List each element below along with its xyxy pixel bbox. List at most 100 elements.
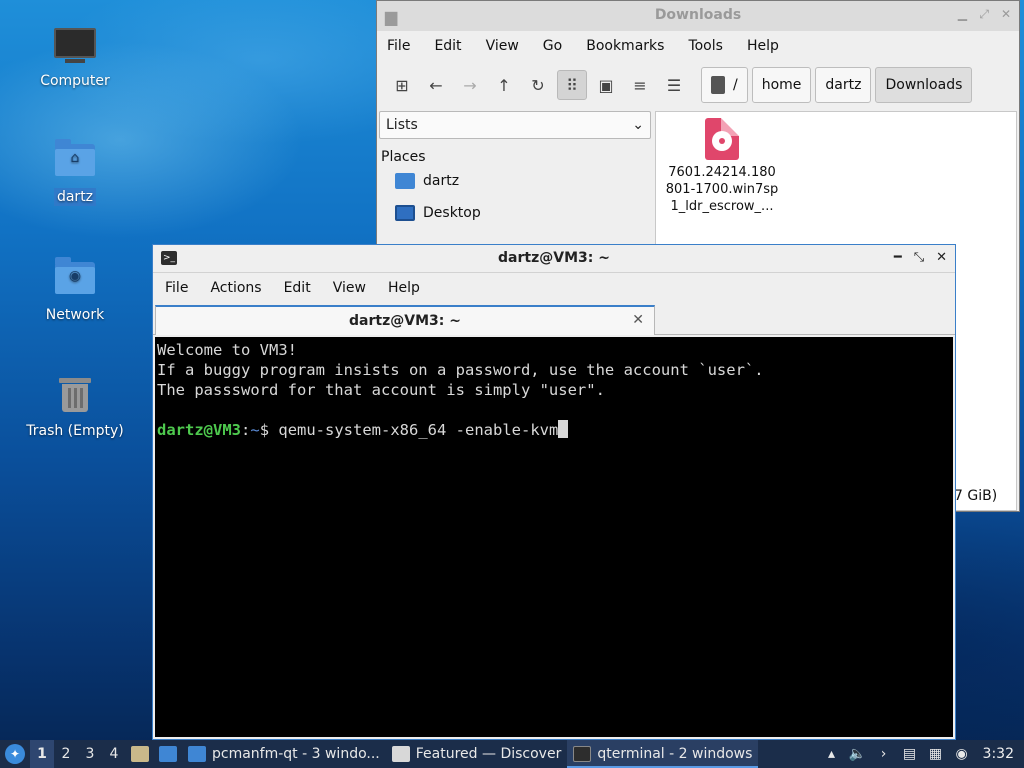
- terminal-tab-bar: dartz@VM3: ~ ✕: [153, 303, 955, 335]
- reload-icon[interactable]: ↻: [523, 70, 553, 100]
- taskbar: ✦ 1 2 3 4 pcmanfm-qt - 3 windo... Featur…: [0, 740, 1024, 768]
- terminal-prompt-line: dartz@VM3:~$ qemu-system-x86_64 -enable-…: [157, 420, 953, 440]
- desktop-icon-label: dartz: [53, 188, 97, 206]
- desktop-icon: [395, 205, 415, 221]
- file-manager-title: Downloads: [654, 7, 742, 23]
- clipboard-icon[interactable]: ▤: [897, 740, 923, 768]
- file-manager-toolbar: ⊞ ← → ↑ ↻ ⠿ ▣ ≡ ☰ / home dartz Downloads: [377, 61, 1019, 109]
- close-tab-icon[interactable]: ✕: [632, 312, 644, 328]
- folder-icon: [188, 746, 206, 762]
- home-folder-icon: ⌂: [51, 136, 99, 184]
- prompt-user: dartz@VM3: [157, 421, 241, 439]
- terminal-titlebar[interactable]: >_ dartz@VM3: ~ ━ ⤡ ✕: [153, 245, 955, 273]
- desktop-switch-4[interactable]: 4: [102, 740, 126, 768]
- menu-tools[interactable]: Tools: [688, 38, 723, 54]
- minimize-button[interactable]: ▁: [958, 7, 967, 21]
- breadcrumb-root[interactable]: /: [701, 67, 748, 103]
- volume-icon[interactable]: 🔈: [845, 740, 871, 768]
- menu-bookmarks[interactable]: Bookmarks: [586, 38, 664, 54]
- file-name-line: 7601.24214.180: [668, 165, 776, 180]
- chevron-right-icon[interactable]: ›: [871, 740, 897, 768]
- file-manager-menubar: File Edit View Go Bookmarks Tools Help: [377, 31, 1019, 61]
- up-arrow-icon[interactable]: ↑: [489, 70, 519, 100]
- text-cursor: [558, 420, 569, 438]
- terminal-line: The passsword for that account is simply…: [157, 381, 605, 399]
- terminal-window[interactable]: >_ dartz@VM3: ~ ━ ⤡ ✕ File Actions Edit …: [152, 244, 956, 740]
- file-item[interactable]: 7601.24214.180 801-1700.win7sp 1_ldr_esc…: [662, 118, 782, 215]
- desktop-icon-label: Network: [45, 307, 105, 323]
- terminal-title: dartz@VM3: ~: [498, 250, 610, 266]
- desktop-icon-network[interactable]: ◉ Network: [20, 254, 130, 324]
- menu-actions[interactable]: Actions: [210, 280, 261, 296]
- icon-view-icon[interactable]: ⠿: [557, 70, 587, 100]
- side-pane-mode-select[interactable]: Lists ⌄: [379, 111, 651, 139]
- forward-arrow-icon[interactable]: →: [455, 70, 485, 100]
- close-button[interactable]: ✕: [1001, 7, 1011, 21]
- close-button[interactable]: ✕: [936, 250, 947, 265]
- menu-go[interactable]: Go: [543, 38, 562, 54]
- menu-view[interactable]: View: [333, 280, 366, 296]
- menu-edit[interactable]: Edit: [284, 280, 311, 296]
- show-desktop-icon: [159, 746, 177, 762]
- minimize-button[interactable]: ━: [894, 250, 902, 265]
- desktop-switch-2[interactable]: 2: [54, 740, 78, 768]
- menu-file[interactable]: File: [165, 280, 188, 296]
- desktop-icon-label: Trash (Empty): [26, 423, 124, 439]
- discover-bag-icon: [391, 746, 410, 762]
- quicklaunch-show-desktop[interactable]: [154, 740, 182, 768]
- application-menu-button[interactable]: ✦: [0, 740, 30, 768]
- computer-icon: [51, 20, 99, 68]
- menu-edit[interactable]: Edit: [434, 38, 461, 54]
- maximize-button[interactable]: ⤢: [979, 7, 989, 22]
- drive-icon: [711, 76, 725, 94]
- task-discover[interactable]: Featured — Discover: [386, 740, 568, 768]
- clock[interactable]: 3:32: [975, 746, 1024, 762]
- desktop-icon-computer[interactable]: Computer: [20, 20, 130, 90]
- desktop-icon-trash[interactable]: Trash (Empty): [20, 370, 130, 440]
- home-folder-icon: [395, 173, 415, 189]
- chevron-down-icon: ⌄: [632, 117, 644, 133]
- update-notifier-icon[interactable]: ◉: [949, 740, 975, 768]
- breadcrumb-home[interactable]: home: [751, 67, 812, 103]
- breadcrumb-dartz[interactable]: dartz: [815, 67, 872, 103]
- desktop-switch-1[interactable]: 1: [30, 740, 54, 768]
- file-name-line: 1_ldr_escrow_...: [670, 199, 774, 214]
- task-pcmanfm[interactable]: pcmanfm-qt - 3 windo...: [182, 740, 386, 768]
- desktop-switch-3[interactable]: 3: [78, 740, 102, 768]
- place-item-desktop[interactable]: Desktop: [379, 197, 651, 229]
- terminal-tab[interactable]: dartz@VM3: ~ ✕: [155, 305, 655, 335]
- place-item-home[interactable]: dartz: [379, 165, 651, 197]
- quicklaunch-file-manager[interactable]: [126, 740, 154, 768]
- thumbnail-view-icon[interactable]: ▣: [591, 70, 621, 100]
- system-tray: ▴ 🔈 › ▤ ▦ ◉ 3:32: [819, 740, 1024, 768]
- trash-icon: [51, 370, 99, 418]
- scroll-up-icon[interactable]: ▴: [819, 740, 845, 768]
- back-arrow-icon[interactable]: ←: [421, 70, 451, 100]
- prompt-separator: :: [241, 421, 251, 439]
- detail-view-icon[interactable]: ☰: [659, 70, 689, 100]
- lubuntu-logo-icon: ✦: [5, 744, 25, 764]
- terminal-output[interactable]: Welcome to VM3! If a buggy program insist…: [155, 337, 953, 737]
- places-heading: Places: [381, 149, 426, 165]
- task-qterminal[interactable]: qterminal - 2 windows: [567, 740, 759, 768]
- menu-view[interactable]: View: [486, 38, 519, 54]
- terminal-line: If a buggy program insists on a password…: [157, 361, 764, 379]
- disc-image-icon: [705, 118, 739, 160]
- compact-view-icon[interactable]: ≡: [625, 70, 655, 100]
- terminal-menubar: File Actions Edit View Help: [153, 273, 955, 303]
- menu-help[interactable]: Help: [388, 280, 420, 296]
- file-manager-icon: [131, 746, 149, 762]
- status-bar-text: 7 GiB): [954, 488, 998, 504]
- network-icon[interactable]: ▦: [923, 740, 949, 768]
- desktop-icon-label: Computer: [40, 73, 110, 89]
- new-tab-icon[interactable]: ⊞: [387, 70, 417, 100]
- menu-file[interactable]: File: [387, 38, 410, 54]
- breadcrumb-downloads[interactable]: Downloads: [875, 67, 973, 103]
- maximize-button[interactable]: ⤡: [914, 250, 924, 265]
- menu-help[interactable]: Help: [747, 38, 779, 54]
- command-text: qemu-system-x86_64 -enable-kvm: [278, 421, 559, 439]
- terminal-tab-label: dartz@VM3: ~: [349, 313, 461, 329]
- file-manager-titlebar[interactable]: ▆ Downloads ▁ ⤢ ✕: [377, 1, 1019, 31]
- terminal-line: Welcome to VM3!: [157, 341, 297, 359]
- desktop-icon-home[interactable]: ⌂ dartz: [20, 136, 130, 206]
